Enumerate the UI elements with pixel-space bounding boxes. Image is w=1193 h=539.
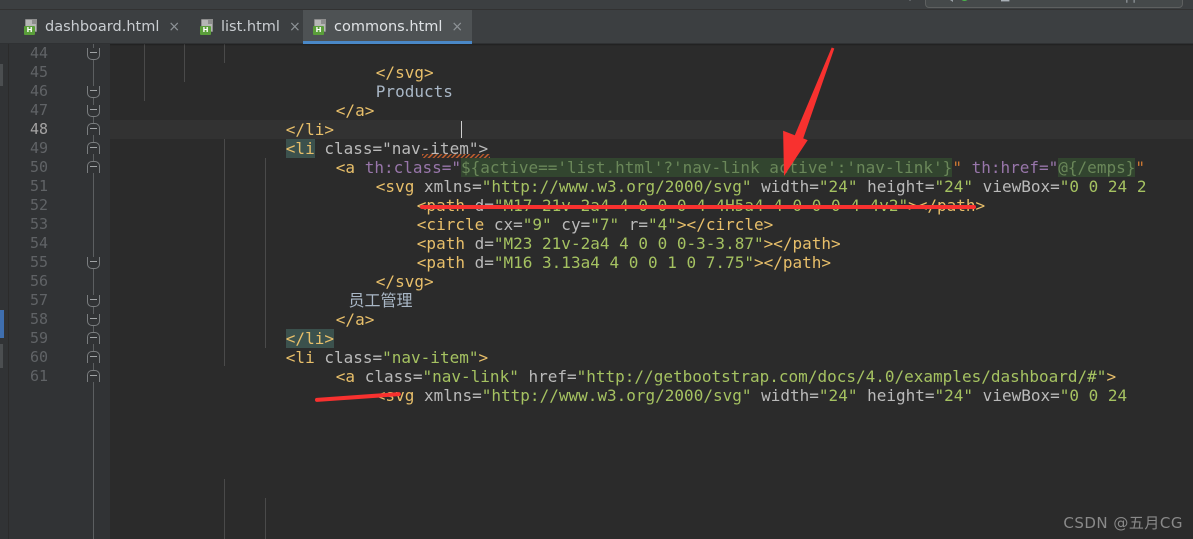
red-arrow-icon bbox=[783, 47, 835, 176]
annotation-arrow-layer bbox=[783, 47, 835, 176]
watermark: CSDN @五月CG bbox=[1063, 514, 1183, 532]
red-underline-expression bbox=[420, 205, 976, 209]
ide-window: ■ ⟳ | | H dashboard.html × H list.html ×… bbox=[0, 0, 1193, 539]
